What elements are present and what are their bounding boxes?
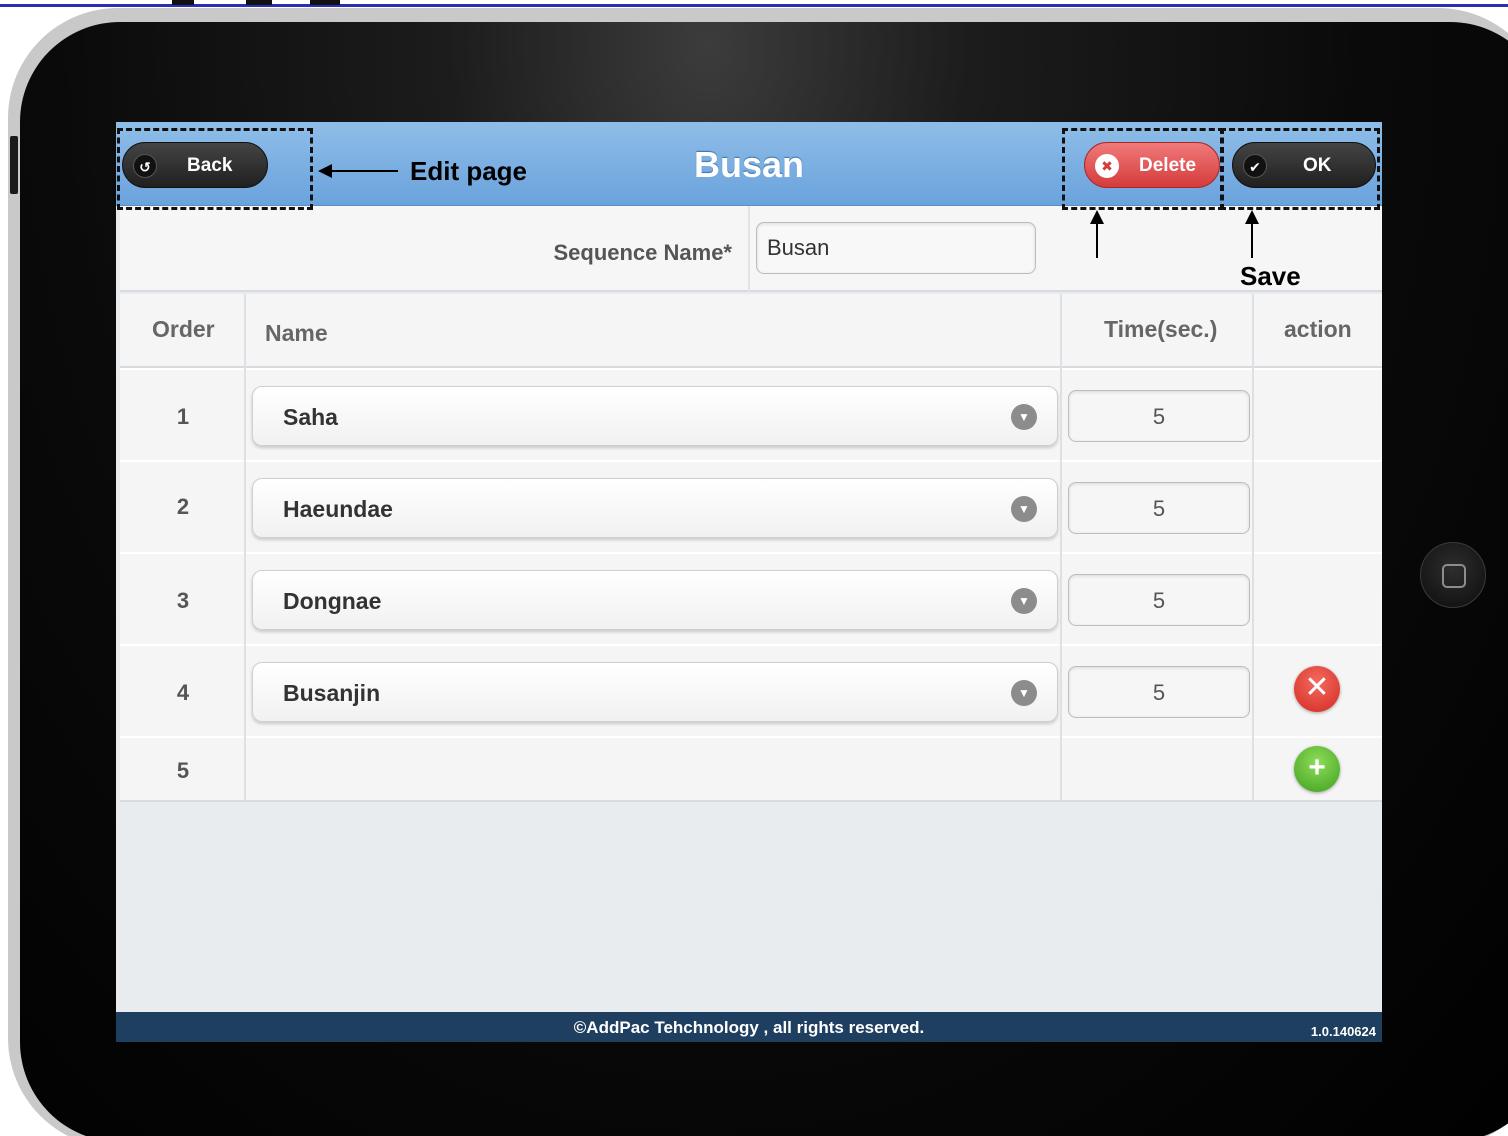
column-order: Order — [152, 316, 215, 342]
add-row-button[interactable]: + — [1294, 746, 1340, 792]
edit-page-annotation: Edit page — [410, 156, 528, 186]
version-text: 1.0.140624 — [1310, 1024, 1376, 1039]
location-select[interactable]: Busanjin ▼ — [252, 662, 1058, 722]
footer-bar: ©AddPac Tehchnology , all rights reserve… — [116, 1012, 1382, 1042]
column-divider — [1060, 294, 1062, 800]
sequence-divider — [748, 206, 750, 292]
column-divider — [244, 294, 246, 800]
delete-arrow — [1096, 222, 1098, 258]
table-row: 4 Busanjin ▼ 5 ✕ — [120, 644, 1382, 738]
column-action: action — [1284, 316, 1352, 342]
table-row: 3 Dongnae ▼ 5 — [120, 552, 1382, 646]
time-input[interactable]: 5 — [1068, 390, 1250, 442]
back-highlight-box — [117, 128, 313, 210]
home-square-icon — [1442, 564, 1466, 588]
table-row: 2 Haeundae ▼ 5 — [120, 460, 1382, 554]
location-select[interactable]: Haeundae ▼ — [252, 478, 1058, 538]
location-select[interactable]: Saha ▼ — [252, 386, 1058, 446]
location-select-value: Dongnae — [283, 588, 382, 614]
time-input[interactable]: 5 — [1068, 666, 1250, 718]
arrow-head-up-icon — [1090, 210, 1104, 224]
row-order: 3 — [176, 588, 190, 613]
save-annotation: Save — [1240, 261, 1301, 291]
top-marks — [170, 0, 350, 6]
remove-row-icon: ✕ — [1304, 671, 1330, 704]
home-button[interactable] — [1420, 542, 1486, 608]
arrow-head-left-icon — [318, 164, 332, 178]
row-order: 2 — [176, 494, 190, 519]
location-select-value: Haeundae — [283, 496, 393, 522]
column-divider — [1252, 294, 1254, 800]
arrow-head-up-icon — [1245, 210, 1259, 224]
save-arrow — [1251, 222, 1253, 258]
chevron-down-icon: ▼ — [1011, 680, 1037, 706]
table-row: 1 Saha ▼ 5 — [120, 368, 1382, 462]
location-select[interactable]: Dongnae ▼ — [252, 570, 1058, 630]
column-time: Time(sec.) — [1104, 316, 1218, 342]
sequence-name-input[interactable]: Busan — [756, 222, 1036, 274]
add-row-icon: + — [1308, 751, 1326, 784]
delete-highlight-box — [1062, 128, 1224, 210]
row-order: 5 — [176, 758, 190, 783]
remove-row-button[interactable]: ✕ — [1294, 666, 1340, 712]
sequence-name-label: Sequence Name* — [553, 240, 732, 265]
table-header: Order Name Time(sec.) action — [120, 294, 1382, 368]
time-input[interactable]: 5 — [1068, 482, 1250, 534]
app-screen: ↺ Back Busan ✖ Delete ✔ OK Sequence Name… — [116, 122, 1382, 1042]
ok-highlight-box — [1220, 128, 1380, 210]
column-name: Name — [265, 320, 328, 346]
chevron-down-icon: ▼ — [1011, 496, 1037, 522]
chevron-down-icon: ▼ — [1011, 404, 1037, 430]
copyright-text: ©AddPac Tehchnology , all rights reserve… — [573, 1018, 925, 1037]
edit-page-arrow — [330, 170, 398, 172]
device-side-button — [10, 136, 18, 194]
location-select-value: Busanjin — [283, 680, 381, 706]
row-order: 1 — [176, 404, 190, 429]
time-input[interactable]: 5 — [1068, 574, 1250, 626]
row-order: 4 — [176, 680, 190, 705]
chevron-down-icon: ▼ — [1011, 588, 1037, 614]
location-select-value: Saha — [283, 404, 338, 430]
table-row-new: 5 + — [120, 736, 1382, 802]
sequence-name-row: Sequence Name* Busan — [120, 206, 1382, 292]
